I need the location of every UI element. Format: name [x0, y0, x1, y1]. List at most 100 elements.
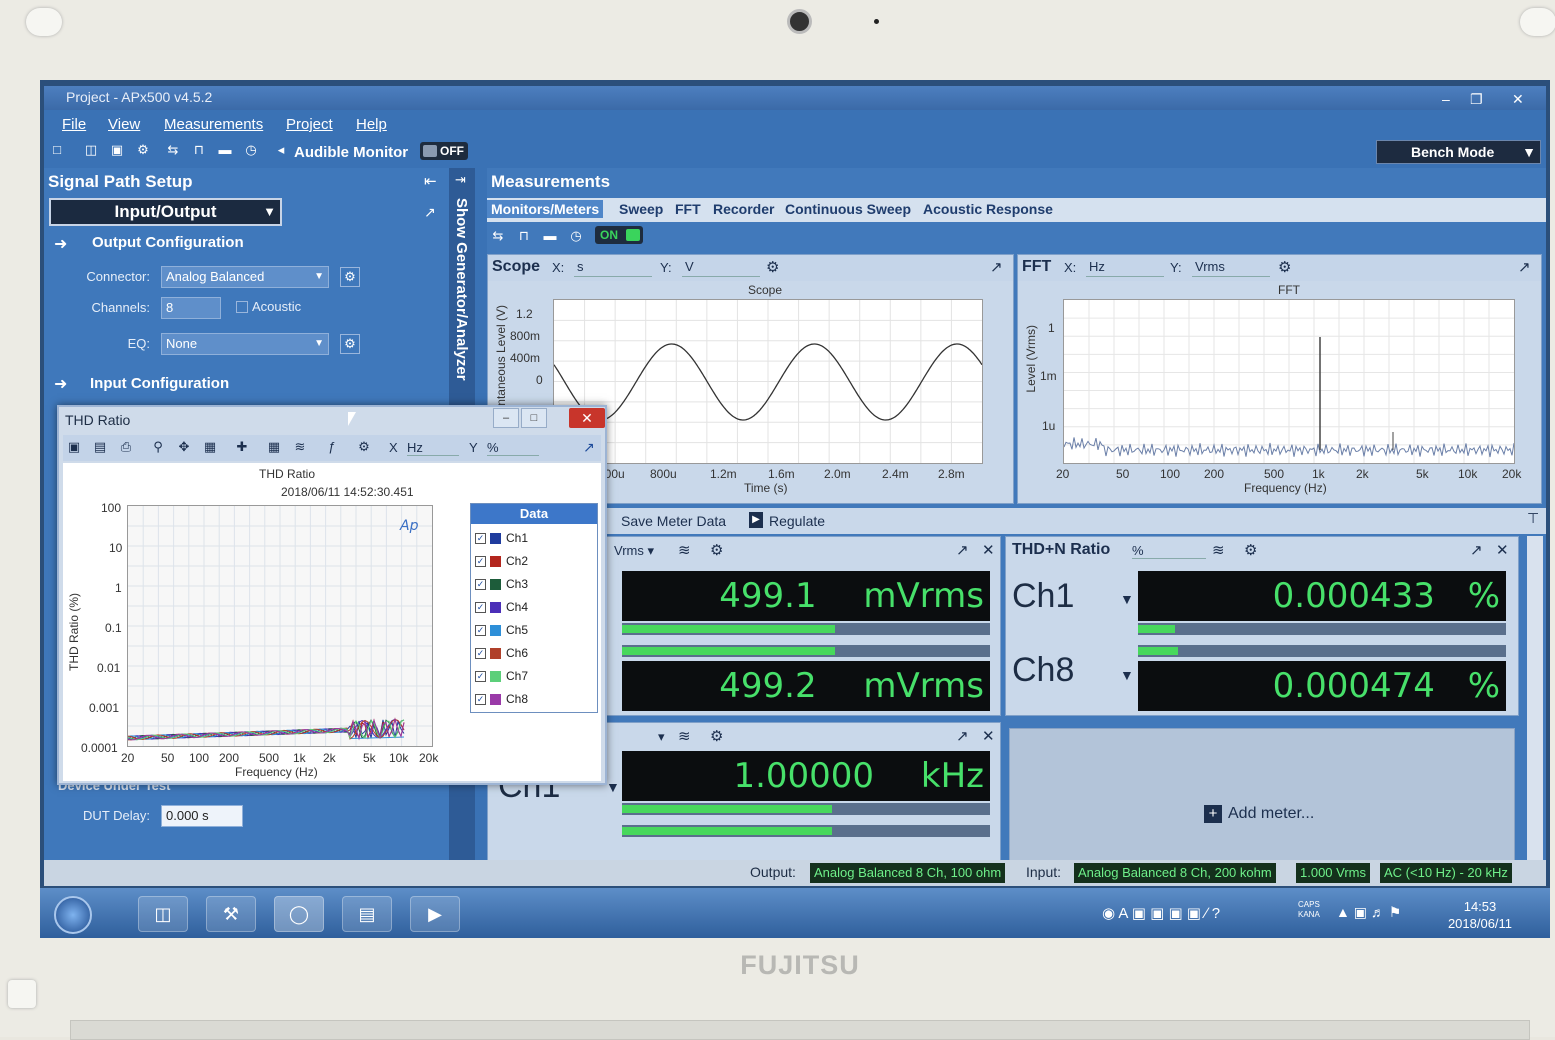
tray-system-icons[interactable]: ▲ ▣ ♬ ⚑ — [1336, 904, 1401, 921]
maximize-button[interactable]: □ — [521, 408, 547, 428]
tab-monitors-meters[interactable]: Monitors/Meters — [487, 200, 604, 218]
menu-file[interactable]: File — [62, 116, 86, 133]
scope-x-unit-select[interactable]: s — [574, 259, 652, 277]
rms-unit-select[interactable]: Vrms ▾ — [614, 543, 654, 559]
pin-icon[interactable]: ⇤ — [424, 172, 437, 190]
monitors-on-toggle[interactable]: ON — [595, 226, 643, 244]
regulate-button[interactable]: Regulate — [769, 513, 825, 529]
gear-icon[interactable]: ⚙ — [340, 334, 360, 354]
legend-item[interactable]: ✓ Ch1 — [475, 528, 528, 548]
legend-item[interactable]: ✓ Ch6 — [475, 643, 528, 663]
close-icon[interactable]: ✕ — [982, 541, 995, 559]
explorer-taskbar-icon[interactable]: ◫ — [138, 896, 188, 932]
zoom-icon[interactable]: ⚲ — [149, 439, 167, 455]
legend-item[interactable]: ✓ Ch2 — [475, 551, 528, 571]
legend-checkbox[interactable]: ✓ — [475, 533, 486, 545]
popout-icon[interactable]: ↗ — [583, 439, 595, 456]
tab-fft[interactable]: FFT — [671, 200, 705, 218]
swap-icon[interactable]: ⇆ — [489, 228, 507, 244]
gear-icon[interactable]: ⚙ — [1278, 258, 1291, 276]
scope-y-unit-select[interactable]: V — [682, 259, 760, 277]
thd-x-unit-select[interactable]: Hz — [407, 440, 459, 456]
pin-icon[interactable]: ⊤ — [1527, 510, 1539, 527]
square-wave-icon[interactable]: ⊓ — [515, 228, 533, 244]
chart-icon[interactable]: ≋ — [1212, 541, 1225, 559]
gear-icon[interactable]: ⚙ — [766, 258, 779, 276]
legend-item[interactable]: ✓ Ch5 — [475, 620, 528, 640]
chevron-down-icon[interactable]: ▼ — [1120, 667, 1134, 683]
files-taskbar-icon[interactable]: ▤ — [342, 896, 392, 932]
close-button[interactable]: ✕ — [1512, 88, 1524, 110]
minimize-button[interactable]: – — [493, 408, 519, 428]
save-meter-data-button[interactable]: Save Meter Data — [621, 513, 726, 529]
apx-taskbar-icon[interactable]: ◯ — [274, 896, 324, 932]
print-icon[interactable]: ⎙ — [117, 439, 135, 455]
gear-icon[interactable]: ⚙ — [1244, 541, 1257, 559]
tab-continuous-sweep[interactable]: Continuous Sweep — [781, 200, 915, 218]
gear-icon[interactable]: ⚙ — [710, 541, 723, 559]
fft-y-unit-select[interactable]: Vrms — [1192, 259, 1270, 277]
start-button[interactable] — [54, 896, 92, 934]
meter-icon[interactable]: ▬ — [216, 142, 234, 158]
gear-icon[interactable]: ⚙ — [355, 439, 373, 455]
menu-help[interactable]: Help — [356, 116, 387, 133]
restore-button[interactable]: ❐ — [1470, 88, 1483, 110]
legend-checkbox[interactable]: ✓ — [475, 579, 486, 591]
legend-item[interactable]: ✓ Ch4 — [475, 597, 528, 617]
close-icon[interactable]: ✕ — [982, 727, 995, 745]
acoustic-checkbox[interactable] — [236, 301, 248, 313]
minimize-button[interactable]: – — [1442, 88, 1450, 110]
legend-checkbox[interactable]: ✓ — [475, 625, 486, 637]
chevron-down-icon[interactable]: ▾ — [658, 729, 665, 745]
taskbar-clock[interactable]: 14:53 2018/06/11 — [1440, 898, 1520, 932]
popout-icon[interactable]: ↗ — [1470, 541, 1483, 559]
function-icon[interactable]: ƒ — [323, 439, 341, 455]
open-folder-icon[interactable]: ◫ — [82, 142, 100, 158]
thdn-unit-select[interactable]: % — [1132, 543, 1206, 559]
clock-icon[interactable]: ◷ — [242, 142, 260, 158]
pan-icon[interactable]: ✥ — [175, 439, 193, 455]
fit-icon[interactable]: ▦ — [201, 439, 219, 455]
chevron-down-icon[interactable]: ▼ — [1120, 591, 1134, 607]
legend-checkbox[interactable]: ✓ — [475, 648, 486, 660]
table-icon[interactable]: ▦ — [265, 439, 283, 455]
popout-icon[interactable]: ↗ — [990, 258, 1003, 276]
fft-x-unit-select[interactable]: Hz — [1086, 259, 1164, 277]
eq-select[interactable]: None ▼ — [161, 333, 329, 355]
popout-icon[interactable]: ↗ — [424, 204, 436, 221]
menu-measurements[interactable]: Measurements — [164, 116, 263, 133]
close-button[interactable]: ✕ — [569, 408, 605, 428]
close-icon[interactable]: ✕ — [1496, 541, 1509, 559]
popout-icon[interactable]: ↗ — [1518, 258, 1531, 276]
tab-acoustic-response[interactable]: Acoustic Response — [919, 200, 1057, 218]
save-icon[interactable]: ▣ — [108, 142, 126, 158]
connector-select[interactable]: Analog Balanced ▼ — [161, 266, 329, 288]
chart-icon[interactable]: ≋ — [291, 439, 309, 455]
menu-project[interactable]: Project — [286, 116, 333, 133]
legend-item[interactable]: ✓ Ch3 — [475, 574, 528, 594]
cursor-icon[interactable]: ✚ — [233, 439, 251, 455]
audible-monitor-toggle[interactable]: OFF — [420, 142, 468, 160]
channels-stepper[interactable]: 8 — [161, 297, 221, 319]
chevron-down-icon[interactable]: ▼ — [606, 779, 620, 795]
legend-item[interactable]: ✓ Ch8 — [475, 689, 528, 709]
legend-checkbox[interactable]: ✓ — [475, 602, 486, 614]
bench-mode-select[interactable]: Bench Mode ▼ — [1376, 140, 1541, 164]
legend-item[interactable]: ✓ Ch7 — [475, 666, 528, 686]
clock-icon[interactable]: ◷ — [567, 228, 585, 244]
chart-icon[interactable]: ≋ — [678, 541, 691, 559]
dut-delay-input[interactable]: 0.000 s — [161, 805, 243, 827]
popout-icon[interactable]: ↗ — [956, 727, 969, 745]
gear-icon[interactable]: ⚙ — [340, 267, 360, 287]
gear-icon[interactable]: ⚙ — [710, 727, 723, 745]
scrollbar[interactable] — [1527, 536, 1543, 886]
copy-icon[interactable]: ▤ — [91, 439, 109, 455]
save-icon[interactable]: ▣ — [65, 439, 83, 455]
media-taskbar-icon[interactable]: ▶ — [410, 896, 460, 932]
gear-icon[interactable]: ⚙ — [134, 142, 152, 158]
tab-recorder[interactable]: Recorder — [709, 200, 778, 218]
menu-view[interactable]: View — [108, 116, 140, 133]
legend-checkbox[interactable]: ✓ — [475, 694, 486, 706]
tool-taskbar-icon[interactable]: ⚒ — [206, 896, 256, 932]
swap-icon[interactable]: ⇆ — [164, 142, 182, 158]
